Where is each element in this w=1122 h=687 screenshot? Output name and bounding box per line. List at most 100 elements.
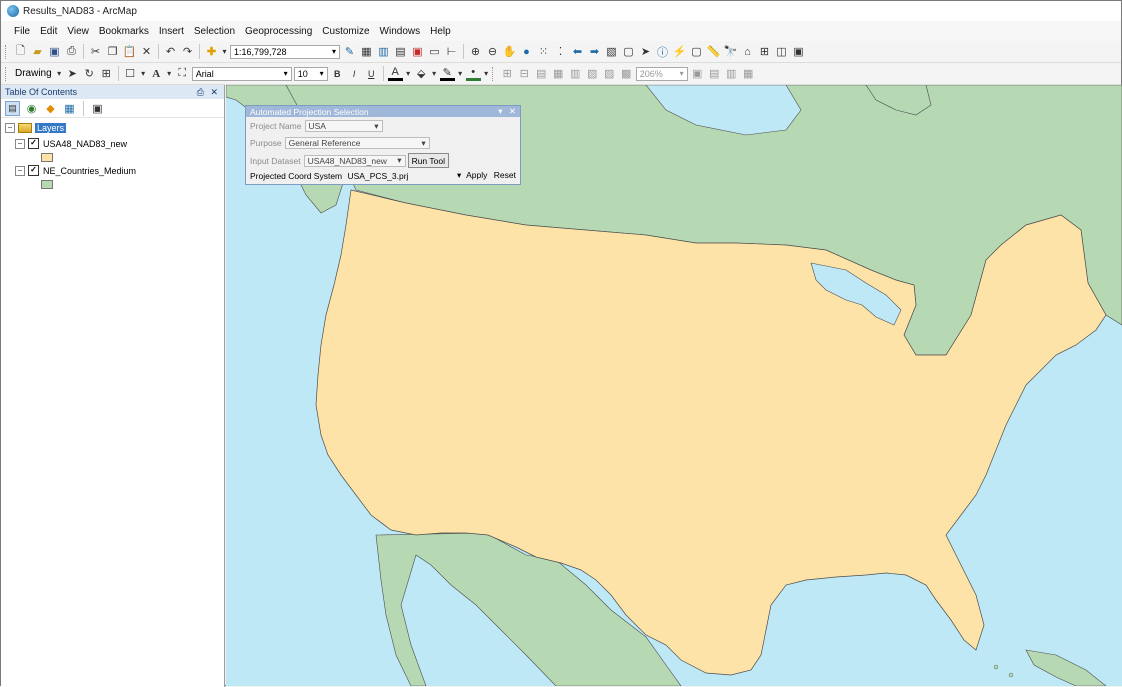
close-icon[interactable]: ✕ — [210, 87, 218, 97]
toolbar-grip[interactable] — [491, 66, 496, 81]
delete-icon[interactable]: ✕ — [139, 44, 154, 59]
list-by-selection-icon[interactable]: ▦ — [62, 101, 77, 116]
drawing-menu[interactable]: Drawing — [13, 68, 54, 79]
focus-data-frame-icon[interactable]: ▤ — [707, 66, 722, 81]
menu-insert[interactable]: Insert — [154, 26, 189, 37]
new-doc-icon[interactable]: 🗋 — [13, 44, 28, 59]
change-layout-icon[interactable]: ▥ — [724, 66, 739, 81]
identify-icon[interactable]: ⓘ — [655, 44, 670, 59]
dropdown-arrow-icon[interactable]: ▾ — [221, 44, 228, 59]
zoom-out-icon[interactable]: ⊖ — [485, 44, 500, 59]
dropdown-arrow-icon[interactable]: ▾ — [405, 66, 412, 81]
layout-full-icon[interactable]: ▦ — [551, 66, 566, 81]
list-by-drawing-order-icon[interactable]: ▤ — [5, 100, 20, 116]
chevron-down-icon[interactable]: ▾ — [498, 106, 502, 116]
dropdown-arrow-icon[interactable]: ▾ — [166, 66, 173, 81]
layers-group-row[interactable]: − Layers — [5, 123, 67, 133]
font-name-combo[interactable]: Arial ▾ — [191, 66, 292, 81]
layout-fixed-out-icon[interactable]: ▧ — [585, 66, 600, 81]
catalog-icon[interactable]: ▥ — [376, 44, 391, 59]
menu-selection[interactable]: Selection — [189, 26, 240, 37]
layout-back-icon[interactable]: ▨ — [602, 66, 617, 81]
input-dataset-combo[interactable]: USA48_NAD83_new ▾ — [303, 154, 406, 167]
go-to-xy-icon[interactable]: ⊞ — [757, 44, 772, 59]
apply-button[interactable]: Apply — [466, 170, 487, 180]
toc-layer-row[interactable]: − ✓ NE_Countries_Medium — [15, 165, 136, 176]
run-tool-button[interactable]: Run Tool — [407, 153, 449, 168]
add-data-icon[interactable]: ✚ — [204, 44, 219, 59]
font-color-icon[interactable]: A — [387, 66, 403, 81]
chevron-down-icon[interactable]: ▾ — [457, 170, 461, 180]
dialog-title-bar[interactable]: Automated Projection Selection ▾ ✕ — [246, 106, 520, 117]
layout-pan-icon[interactable]: ▤ — [534, 66, 549, 81]
legend-patch-countries[interactable] — [41, 180, 53, 189]
select-features-icon[interactable]: ▧ — [604, 44, 619, 59]
table-icon[interactable]: ▦ — [359, 44, 374, 59]
paste-icon[interactable]: 📋 — [122, 44, 137, 59]
undo-icon[interactable]: ↶ — [163, 44, 178, 59]
menu-edit[interactable]: Edit — [35, 26, 62, 37]
layer-name[interactable]: USA48_NAD83_new — [43, 139, 127, 149]
rectangle-icon[interactable]: ☐ — [123, 66, 138, 81]
cut-icon[interactable]: ✂ — [88, 44, 103, 59]
marker-color-icon[interactable]: • — [465, 66, 481, 81]
dropdown-arrow-icon[interactable]: ▾ — [140, 66, 147, 81]
select-elements-icon[interactable]: ➤ — [65, 66, 80, 81]
measure-icon[interactable]: 📏 — [706, 44, 721, 59]
toolbar-grip[interactable] — [5, 66, 9, 81]
layer-name[interactable]: NE_Countries_Medium — [43, 166, 136, 176]
toggle-draft-icon[interactable]: ▣ — [690, 66, 705, 81]
zoom-to-selected-icon[interactable]: ⊞ — [99, 66, 114, 81]
list-by-source-icon[interactable]: ◉ — [24, 101, 39, 116]
print-icon[interactable]: ⎙ — [64, 44, 79, 59]
redo-icon[interactable]: ↷ — [180, 44, 195, 59]
model-builder-icon[interactable]: ⊢ — [444, 44, 459, 59]
layer-visibility-checkbox[interactable]: ✓ — [28, 165, 39, 176]
toolbar-grip[interactable] — [5, 44, 9, 59]
open-icon[interactable]: ▰ — [30, 44, 45, 59]
line-color-icon[interactable]: ✎ — [439, 67, 455, 81]
copy-icon[interactable]: ❐ — [105, 44, 120, 59]
create-viewer-icon[interactable]: ▣ — [791, 44, 806, 59]
find-route-icon[interactable]: ⌂ — [740, 44, 755, 59]
font-size-combo[interactable]: 10 ▾ — [293, 66, 328, 81]
html-popup-icon[interactable]: ▢ — [689, 44, 704, 59]
layers-group-label[interactable]: Layers — [35, 123, 67, 133]
rotate-icon[interactable]: ↻ — [82, 66, 97, 81]
dropdown-arrow-icon[interactable]: ▾ — [457, 66, 464, 81]
clear-selection-icon[interactable]: ▢ — [621, 44, 636, 59]
project-name-combo[interactable]: USA ▾ — [304, 120, 383, 132]
layout-zoom-in-icon[interactable]: ⊞ — [500, 66, 515, 81]
purpose-combo[interactable]: General Reference ▾ — [284, 137, 430, 149]
close-icon[interactable]: ✕ — [509, 106, 516, 116]
collapse-icon[interactable]: − — [15, 165, 25, 176]
search-window-icon[interactable]: ▤ — [393, 44, 408, 59]
pcs-value[interactable]: USA_PCS_3.prj — [348, 171, 409, 181]
layout-fixed-in-icon[interactable]: ▥ — [568, 66, 583, 81]
dropdown-arrow-icon[interactable]: ▾ — [56, 66, 63, 81]
list-by-visibility-icon[interactable]: ◆ — [43, 101, 58, 116]
text-icon[interactable]: A — [149, 66, 164, 81]
layout-forward-icon[interactable]: ▩ — [619, 66, 634, 81]
forward-icon[interactable]: ➡ — [587, 44, 602, 59]
fixed-zoom-out-icon[interactable]: ⁚ — [553, 44, 568, 59]
menu-view[interactable]: View — [62, 26, 94, 37]
fill-color-icon[interactable]: ⬙ — [414, 66, 429, 81]
pin-icon[interactable]: ⎙ — [197, 87, 204, 97]
dropdown-arrow-icon[interactable]: ▾ — [431, 66, 438, 81]
menu-geoprocessing[interactable]: Geoprocessing — [240, 26, 317, 37]
save-icon[interactable]: ▣ — [47, 44, 62, 59]
data-driven-pages-icon[interactable]: ▦ — [741, 66, 756, 81]
menu-customize[interactable]: Customize — [317, 26, 374, 37]
arctoolbox-icon[interactable]: ▣ — [410, 44, 425, 59]
select-icon[interactable]: ➤ — [638, 44, 653, 59]
time-slider-icon[interactable]: ◫ — [774, 44, 789, 59]
pan-icon[interactable]: ✋ — [502, 44, 517, 59]
edit-vertices-icon[interactable]: ⛶ — [175, 66, 190, 81]
toc-options-icon[interactable]: ▣ — [90, 101, 105, 116]
collapse-icon[interactable]: − — [5, 123, 15, 133]
layer-visibility-checkbox[interactable]: ✓ — [28, 138, 39, 149]
underline-button[interactable]: U — [364, 66, 379, 81]
reset-button[interactable]: Reset — [494, 170, 516, 180]
dropdown-arrow-icon[interactable]: ▾ — [483, 66, 490, 81]
